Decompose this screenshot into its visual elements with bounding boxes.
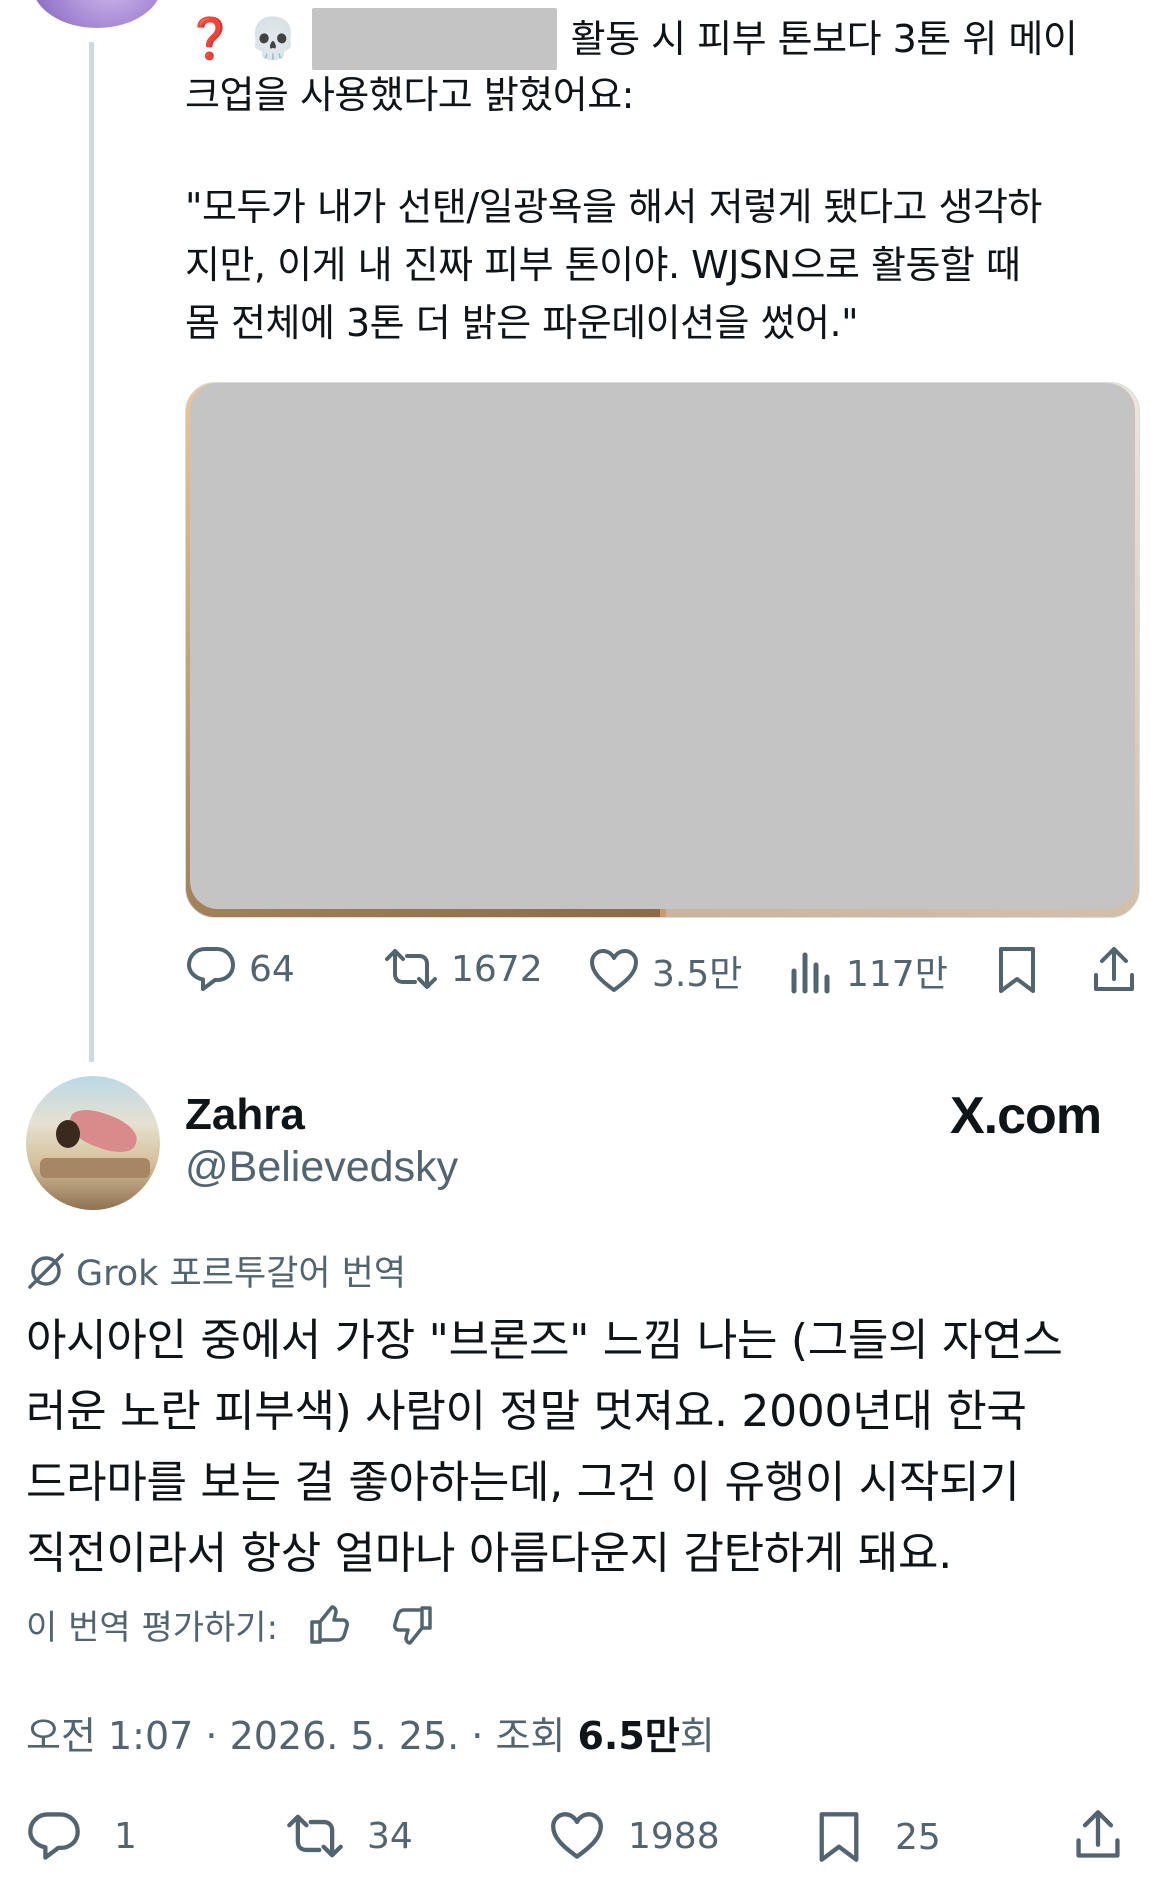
share-icon	[1076, 1810, 1120, 1858]
repost-count: 1672	[451, 948, 543, 990]
tweet-repost-count: 34	[367, 1815, 413, 1857]
reply-text-line-1: ❓ 💀 활동 시 피부 톤보다 3톤 위 메이	[185, 8, 1145, 70]
bookmark-button[interactable]	[995, 945, 1039, 995]
question-mark-emoji: ❓	[185, 16, 235, 62]
reply-button[interactable]: 64	[185, 945, 295, 993]
tweet-bookmark-count: 25	[895, 1816, 941, 1858]
author-avatar[interactable]	[26, 1076, 160, 1210]
views-count: 117만	[846, 954, 948, 995]
tweet-bookmark-button[interactable]: 25	[815, 1810, 941, 1864]
reply-icon	[187, 947, 235, 991]
heart-icon	[590, 949, 638, 992]
tweet-action-bar: 1 34 1988 25	[0, 1800, 1170, 1884]
avatar-detail	[40, 1158, 150, 1178]
thread-connector-line	[89, 42, 94, 1062]
share-icon	[1094, 947, 1134, 991]
tweet-share-button[interactable]	[1072, 1808, 1124, 1862]
tweet-reply-count: 1	[114, 1815, 137, 1857]
like-button[interactable]: 3.5만	[588, 945, 742, 997]
reply-count: 64	[249, 948, 295, 990]
repost-icon	[385, 949, 437, 989]
thumbs-up-icon[interactable]	[308, 1604, 350, 1646]
tweet-view-suffix: 회	[679, 1714, 715, 1758]
grok-label-text: Grok 포르투갈어 번역	[76, 1254, 407, 1294]
tweet-body-line: 직전이라서 항상 얼마나 아름다운지 감탄하게 돼요.	[26, 1528, 952, 1579]
tweet-timestamp[interactable]: 오전 1:07 · 2026. 5. 25. · 조회	[26, 1714, 577, 1758]
bookmark-icon	[999, 947, 1035, 993]
redacted-name-block	[311, 8, 557, 70]
views-button[interactable]: 117만	[790, 945, 948, 997]
grok-translation-label[interactable]: Grok 포르투갈어 번역	[26, 1245, 406, 1296]
bookmark-icon	[819, 1812, 859, 1862]
tweet-body-line: 아시아인 중에서 가장 "브론즈" 느낌 나는 (그들의 자연스	[26, 1315, 1063, 1366]
reply-author-avatar[interactable]	[32, 0, 162, 28]
tweet-body-line: 러운 노란 피부색) 사람이 정말 멋져요. 2000년대 한국	[26, 1386, 1027, 1437]
quote-line: 지만, 이게 내 진짜 피부 톤이야. WJSN으로 활동할 때	[185, 243, 1021, 287]
views-chart-icon	[791, 952, 830, 994]
thumbs-down-icon[interactable]	[392, 1604, 434, 1646]
reply-quote: "모두가 내가 선탠/일광욕을 해서 저렇게 됐다고 생각하 지만, 이게 내 …	[185, 178, 1150, 352]
avatar-detail	[56, 1120, 80, 1148]
tweet-like-button[interactable]: 1988	[548, 1810, 720, 1862]
share-button[interactable]	[1090, 945, 1138, 995]
tweet-like-count: 1988	[628, 1815, 720, 1857]
skull-emoji: 💀	[248, 16, 298, 62]
like-count: 3.5만	[652, 954, 743, 995]
reply-icon	[28, 1812, 80, 1860]
author-handle[interactable]: @Believedsky	[185, 1143, 458, 1192]
repost-button[interactable]: 1672	[383, 945, 543, 993]
x-com-watermark: X.com	[950, 1087, 1102, 1145]
heart-icon	[551, 1812, 603, 1859]
author-display-name[interactable]: Zahra	[185, 1090, 305, 1140]
rate-translation: 이 번역 평가하기:	[26, 1600, 434, 1649]
tweet-repost-button[interactable]: 34	[285, 1810, 413, 1862]
tweet-view-count: 6.5만	[577, 1714, 680, 1758]
rate-translation-label: 이 번역 평가하기:	[26, 1608, 279, 1648]
grok-icon	[28, 1252, 64, 1289]
tweet-body: 아시아인 중에서 가장 "브론즈" 느낌 나는 (그들의 자연스 러운 노란 피…	[26, 1305, 1146, 1589]
repost-icon	[287, 1814, 343, 1858]
reply-line-2-text: 크업을 사용했다고 밝혔어요:	[185, 73, 634, 117]
quote-line: 몸 전체에 3톤 더 밝은 파운데이션을 썼어."	[185, 301, 859, 345]
reply-line-1-text: 활동 시 피부 톤보다 3톤 위 메이	[570, 17, 1078, 61]
tweet-body-line: 드라마를 보는 걸 좋아하는데, 그건 이 유행이 시작되기	[26, 1457, 1020, 1508]
tweet-reply-button[interactable]: 1	[26, 1810, 137, 1862]
media-redaction-block	[190, 383, 1135, 909]
quote-line: "모두가 내가 선탠/일광욕을 해서 저렇게 됐다고 생각하	[185, 185, 1042, 229]
reply-media-image[interactable]	[185, 382, 1140, 918]
tweet-meta: 오전 1:07 · 2026. 5. 25. · 조회 6.5만회	[26, 1705, 715, 1760]
